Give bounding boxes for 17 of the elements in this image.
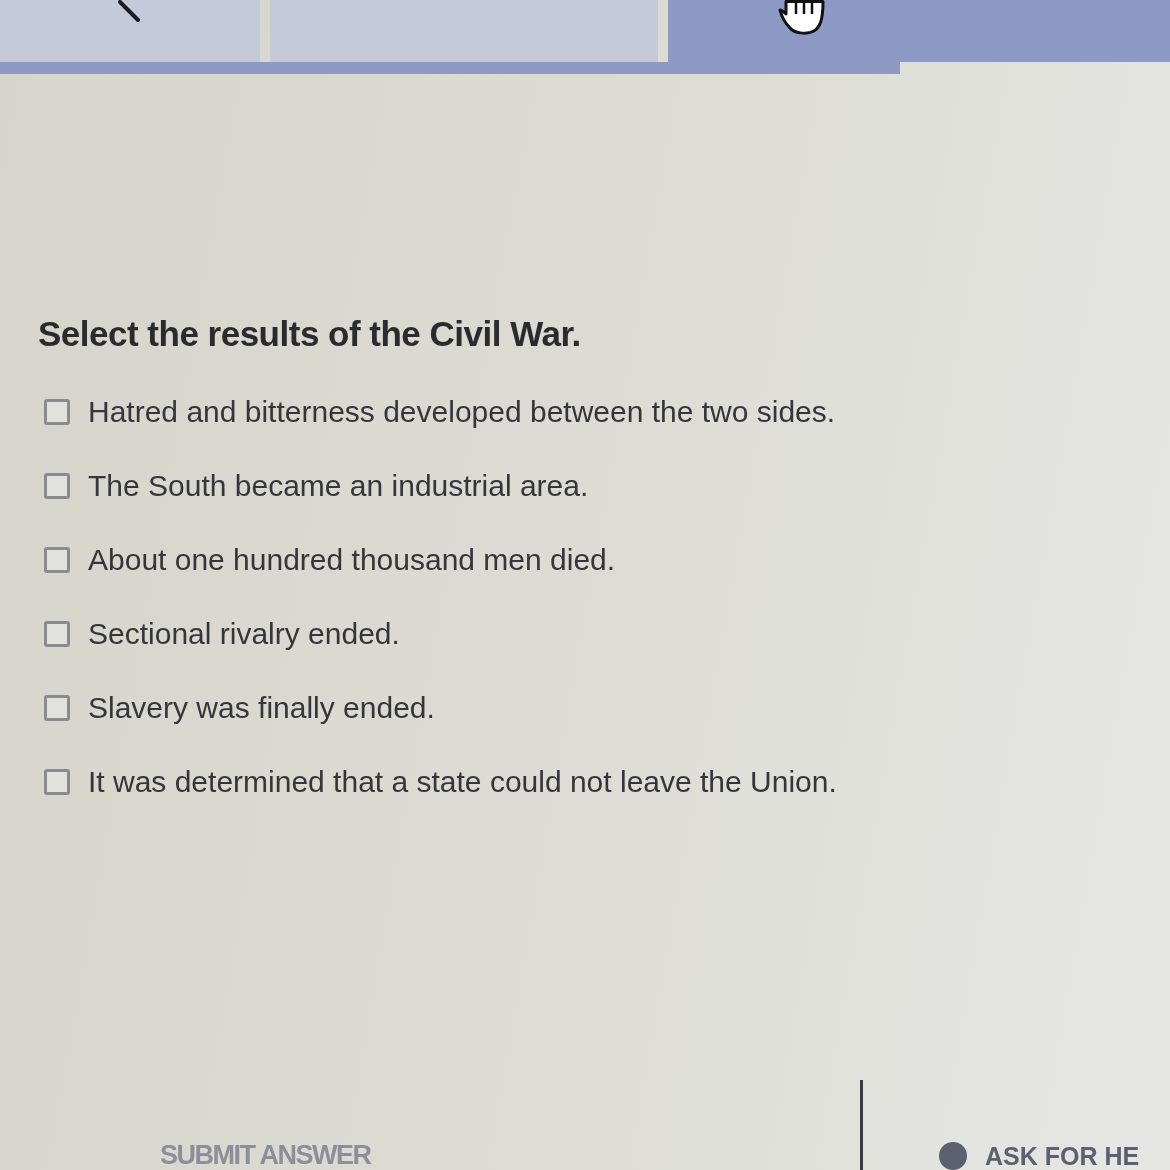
checkbox[interactable] [44, 695, 70, 721]
tab[interactable] [668, 0, 1170, 62]
checkbox[interactable] [44, 769, 70, 795]
checkbox[interactable] [44, 547, 70, 573]
option-label: It was determined that a state could not leave the Union. [88, 764, 837, 800]
option-label: About one hundred thousand men died. [88, 542, 616, 578]
option-label: Slavery was finally ended. [88, 690, 435, 726]
checkbox[interactable] [44, 399, 70, 425]
checkbox[interactable] [44, 621, 70, 647]
checkbox[interactable] [44, 473, 70, 499]
ask-for-help-button[interactable]: ASK FOR HE [939, 1142, 1140, 1170]
option-label: The South became an industrial area. [88, 468, 589, 504]
line-icon [118, 0, 140, 22]
help-circle-icon [939, 1142, 967, 1170]
option-label: Sectional rivalry ended. [88, 616, 400, 652]
option-label: Hatred and bitterness developed between the two sides. [88, 394, 836, 430]
question-prompt: Select the results of the Civil War. [38, 314, 582, 354]
